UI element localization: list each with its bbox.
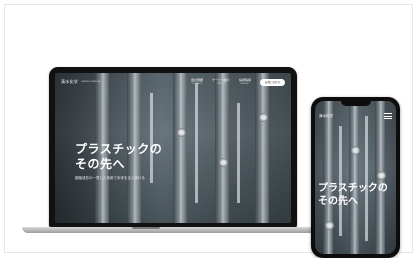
phone-notch <box>341 101 371 106</box>
machine-bolt <box>219 158 228 167</box>
nav-item-sub: COMPANY <box>192 82 202 85</box>
hamburger-menu-icon[interactable] <box>384 113 392 119</box>
machine-tube <box>195 83 198 203</box>
laptop-notch <box>132 227 160 229</box>
laptop-bezel: 清水化学 SHIMIZU CHEMICAL 会社概要 COMPANY サービス紹… <box>49 67 297 227</box>
nav-item-recruit[interactable]: 採用情報 RECRUIT <box>238 78 251 85</box>
machine-column <box>323 101 333 254</box>
machine-column <box>349 101 359 254</box>
machine-tube <box>339 126 342 236</box>
machine-bolt <box>259 113 268 122</box>
machine-bolt <box>377 171 386 180</box>
site-logo[interactable]: 清水化学 <box>61 79 78 85</box>
phone-hero-title: プラスチックの その先へ <box>318 183 388 208</box>
site-header: 清水化学 SHIMIZU CHEMICAL 会社概要 COMPANY サービス紹… <box>55 73 291 91</box>
hero-title-line2: その先へ <box>75 157 126 171</box>
nav-item-label: 会社概要 <box>190 78 203 82</box>
machine-bolt <box>325 221 334 230</box>
site-logo-sub: SHIMIZU CHEMICAL <box>81 81 101 83</box>
hero-title: プラスチックの その先へ <box>75 142 162 172</box>
contact-button[interactable]: お問い合わせ <box>259 78 285 86</box>
machine-bolt <box>177 128 186 137</box>
machine-column <box>215 73 229 223</box>
site-nav: 会社概要 COMPANY サービス紹介 SERVICE 採用情報 RECRUIT… <box>190 78 285 86</box>
nav-item-sub: SERVICE <box>216 82 226 85</box>
machine-column <box>173 73 187 223</box>
laptop-base <box>22 227 324 233</box>
machine-tube <box>237 103 240 203</box>
phone-screen: 清水化学 プラスチックの その先へ <box>315 101 396 254</box>
nav-item-sub: RECRUIT <box>240 82 250 85</box>
machine-bolt <box>351 146 360 155</box>
nav-item-company[interactable]: 会社概要 COMPANY <box>190 78 203 85</box>
laptop-mockup: 清水化学 SHIMIZU CHEMICAL 会社概要 COMPANY サービス紹… <box>22 67 324 235</box>
hero-title-line1: プラスチックの <box>75 142 163 156</box>
machine-tube <box>365 116 368 241</box>
phone-logo[interactable]: 清水化学 <box>319 114 333 119</box>
machine-column <box>255 73 269 223</box>
nav-item-label: サービス紹介 <box>211 78 230 82</box>
hero-subtitle: 樹脂成形の一貫した技術で未来を支え続ける <box>75 176 145 180</box>
phone-hero-title-line2: その先へ <box>318 195 358 207</box>
phone-hero-title-line1: プラスチックの <box>318 183 388 194</box>
nav-item-service[interactable]: サービス紹介 SERVICE <box>211 78 230 85</box>
phone-mockup: 清水化学 プラスチックの その先へ <box>311 97 400 258</box>
laptop-screen: 清水化学 SHIMIZU CHEMICAL 会社概要 COMPANY サービス紹… <box>55 73 291 223</box>
nav-item-label: 採用情報 <box>238 78 251 82</box>
phone-header: 清水化学 <box>319 111 392 121</box>
